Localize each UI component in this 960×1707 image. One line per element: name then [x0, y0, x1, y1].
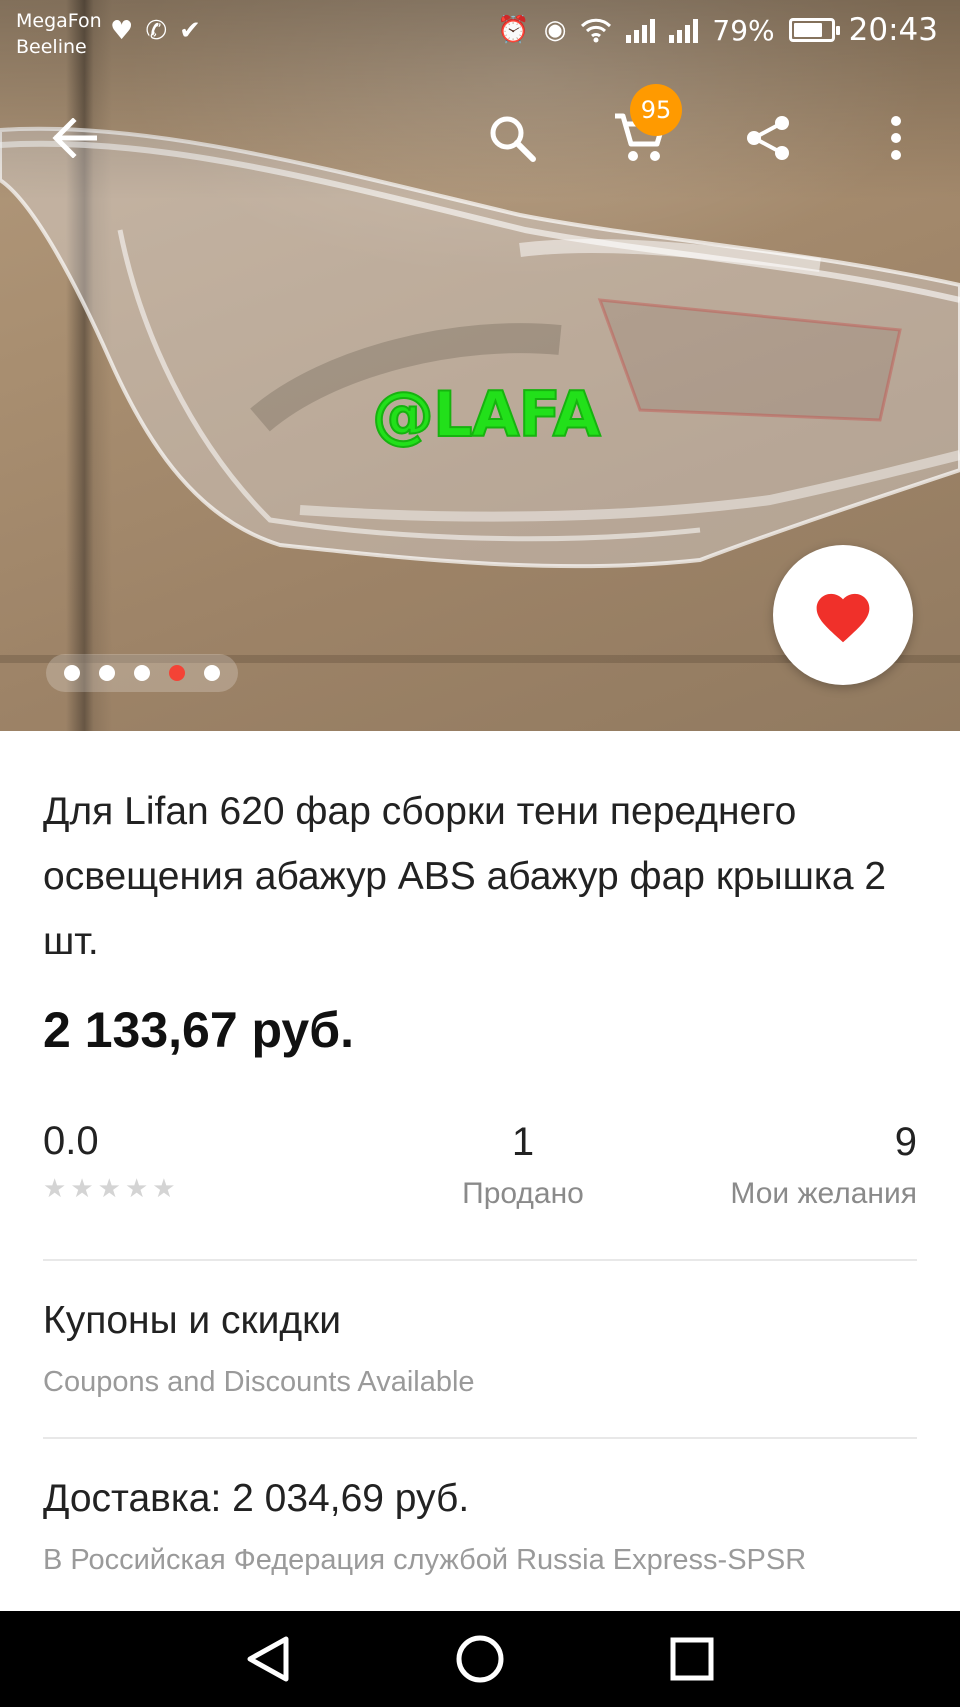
coupons-subtitle[interactable]: Coupons and Discounts Available [43, 1366, 475, 1399]
pager-dot[interactable] [133, 665, 150, 681]
wishes-block: 9 Мои желания [730, 1119, 917, 1211]
shipping-subtitle[interactable]: В Российская Федерация службой Russia Ex… [43, 1544, 806, 1577]
battery-icon [788, 18, 840, 42]
rating-stars: ★ ★ ★ ★ ★ [43, 1176, 176, 1202]
nav-back-button[interactable] [238, 1629, 298, 1689]
arrow-left-icon [52, 118, 97, 158]
eye-icon: ◉ [543, 15, 567, 45]
triangle-back-icon [247, 1636, 289, 1682]
star-icon: ★ [43, 1174, 67, 1204]
status-bar: MegaFon Beeline ♥ ✆ ✔ ⏰ ◉ 79% 20:43 [0, 0, 960, 64]
add-to-wishlist-button[interactable] [773, 545, 913, 685]
sold-block: 1 Продано [413, 1119, 633, 1211]
heart-icon [816, 593, 870, 643]
search-button[interactable] [470, 96, 554, 180]
nav-home-button[interactable] [450, 1629, 510, 1689]
pager-dot-active[interactable] [169, 665, 186, 681]
back-button[interactable] [32, 96, 116, 180]
star-icon: ★ [97, 1174, 121, 1204]
pager-dot[interactable] [63, 665, 80, 681]
battery-percent: 79% [712, 13, 775, 47]
share-button[interactable] [726, 96, 810, 180]
star-icon: ★ [124, 1174, 149, 1204]
product-title: Для Lifan 620 фар сборки тени переднего … [43, 790, 887, 963]
divider [43, 1437, 917, 1439]
product-details: Для Lifan 620 фар сборки тени переднего … [0, 731, 960, 1611]
carrier-1: MegaFon [16, 10, 102, 32]
play-icon: ✔ [179, 16, 201, 46]
notification-icons: ♥ ✆ ✔ [110, 16, 201, 46]
pager-dot[interactable] [98, 665, 115, 681]
circle-home-icon [456, 1635, 504, 1683]
signal-icon [626, 17, 656, 43]
wifi-icon [581, 18, 612, 43]
more-vertical-icon [891, 116, 901, 160]
coupons-title[interactable]: Купоны и скидки [43, 1299, 341, 1343]
signal-icon [669, 17, 699, 43]
system-navigation-bar [0, 1611, 960, 1707]
share-icon [747, 116, 789, 160]
search-icon [490, 116, 536, 162]
wishes-count: 9 [894, 1120, 917, 1164]
heartbeat-icon: ♥ [110, 16, 134, 46]
alarm-icon: ⏰ [497, 15, 530, 45]
pager-dot[interactable] [204, 665, 221, 681]
clock: 20:43 [848, 12, 938, 48]
square-recents-icon [670, 1637, 714, 1681]
rating-block[interactable]: 0.0 ★ ★ ★ ★ ★ [43, 1119, 176, 1202]
sold-count: 1 [511, 1120, 535, 1164]
nav-recents-button[interactable] [662, 1629, 722, 1689]
wishes-label: Мои желания [730, 1177, 917, 1210]
rating-value: 0.0 [43, 1119, 99, 1163]
gallery-pager [46, 654, 238, 692]
status-right: ⏰ ◉ 79% 20:43 [497, 12, 938, 48]
watermark-text: @LAFA [371, 377, 602, 452]
carrier-names: MegaFon Beeline [16, 8, 102, 60]
sold-label: Продано [462, 1177, 584, 1210]
cart-count-badge: 95 [630, 84, 682, 136]
more-options-button[interactable] [854, 96, 938, 180]
battery-fill [793, 23, 822, 37]
carrier-2: Beeline [16, 36, 87, 58]
shipping-title[interactable]: Доставка: 2 034,69 руб. [43, 1477, 469, 1521]
star-icon: ★ [152, 1174, 176, 1204]
product-stats: 0.0 ★ ★ ★ ★ ★ 1 Продано 9 Мои желания [43, 1119, 917, 1219]
divider [43, 1259, 917, 1261]
whatsapp-icon: ✆ [145, 16, 168, 46]
product-screen: @LAFA MegaFon Beeline ♥ ✆ ✔ ⏰ ◉ 79% 20:4… [0, 0, 960, 1707]
top-toolbar [0, 96, 960, 180]
product-price: 2 133,67 руб. [43, 1002, 354, 1058]
star-icon: ★ [70, 1174, 94, 1204]
